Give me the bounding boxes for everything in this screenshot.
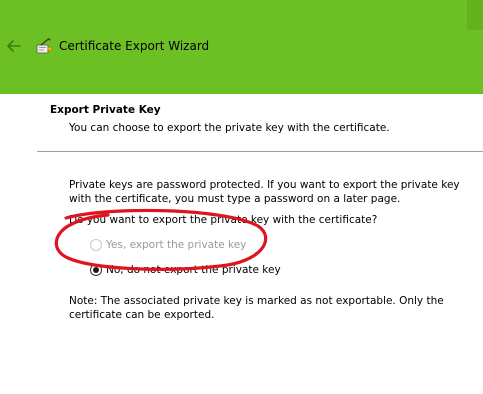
- page-title: Export Private Key: [50, 104, 161, 116]
- back-arrow-icon[interactable]: [4, 36, 24, 56]
- export-key-yes-option: Yes, export the private key: [90, 238, 246, 252]
- radio-selected-dot: [93, 267, 99, 273]
- export-key-yes-label: Yes, export the private key: [106, 239, 247, 251]
- export-key-yes-radio: [90, 239, 102, 251]
- titlebar-edge: [467, 0, 483, 30]
- window-title: Certificate Export Wizard: [59, 39, 210, 53]
- title-bar: Certificate Export Wizard: [0, 0, 483, 94]
- header-divider: [37, 151, 483, 152]
- certificate-wizard-icon: [35, 37, 53, 55]
- export-key-no-radio[interactable]: [90, 264, 102, 276]
- page-subtitle: You can choose to export the private key…: [69, 122, 390, 134]
- export-key-no-option[interactable]: No, do not export the private key: [90, 263, 281, 277]
- export-key-no-label[interactable]: No, do not export the private key: [106, 263, 281, 277]
- certificate-export-wizard-window: Certificate Export Wizard Export Private…: [0, 0, 483, 394]
- not-exportable-note: Note: The associated private key is mark…: [69, 295, 444, 321]
- password-info-text: Private keys are password protected. If …: [69, 179, 460, 205]
- export-question: Do you want to export the private key wi…: [69, 214, 378, 226]
